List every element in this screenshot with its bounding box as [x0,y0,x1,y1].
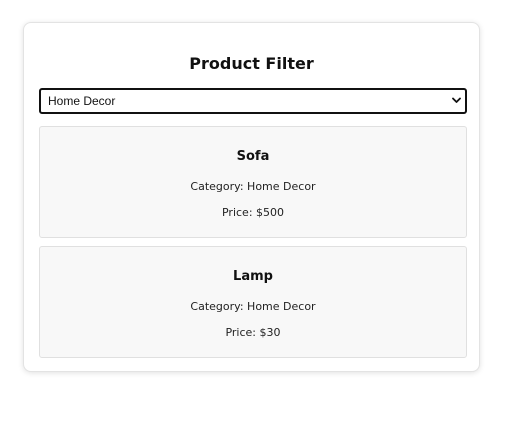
product-price: Price: $30 [225,326,281,339]
product-name: Lamp [233,269,273,284]
product-name: Sofa [236,149,270,164]
page-title: Product Filter [189,54,314,73]
product-card: Lamp Category: Home Decor Price: $30 [39,246,467,358]
chevron-down-icon [452,97,461,103]
category-select[interactable]: Home Decor [39,88,467,114]
product-filter-panel: Product Filter Home Decor Sofa Category:… [23,22,480,372]
product-category: Category: Home Decor [190,300,316,313]
product-category: Category: Home Decor [190,180,316,193]
category-select-value: Home Decor [48,94,116,108]
product-card: Sofa Category: Home Decor Price: $500 [39,126,467,238]
product-price: Price: $500 [221,206,285,219]
